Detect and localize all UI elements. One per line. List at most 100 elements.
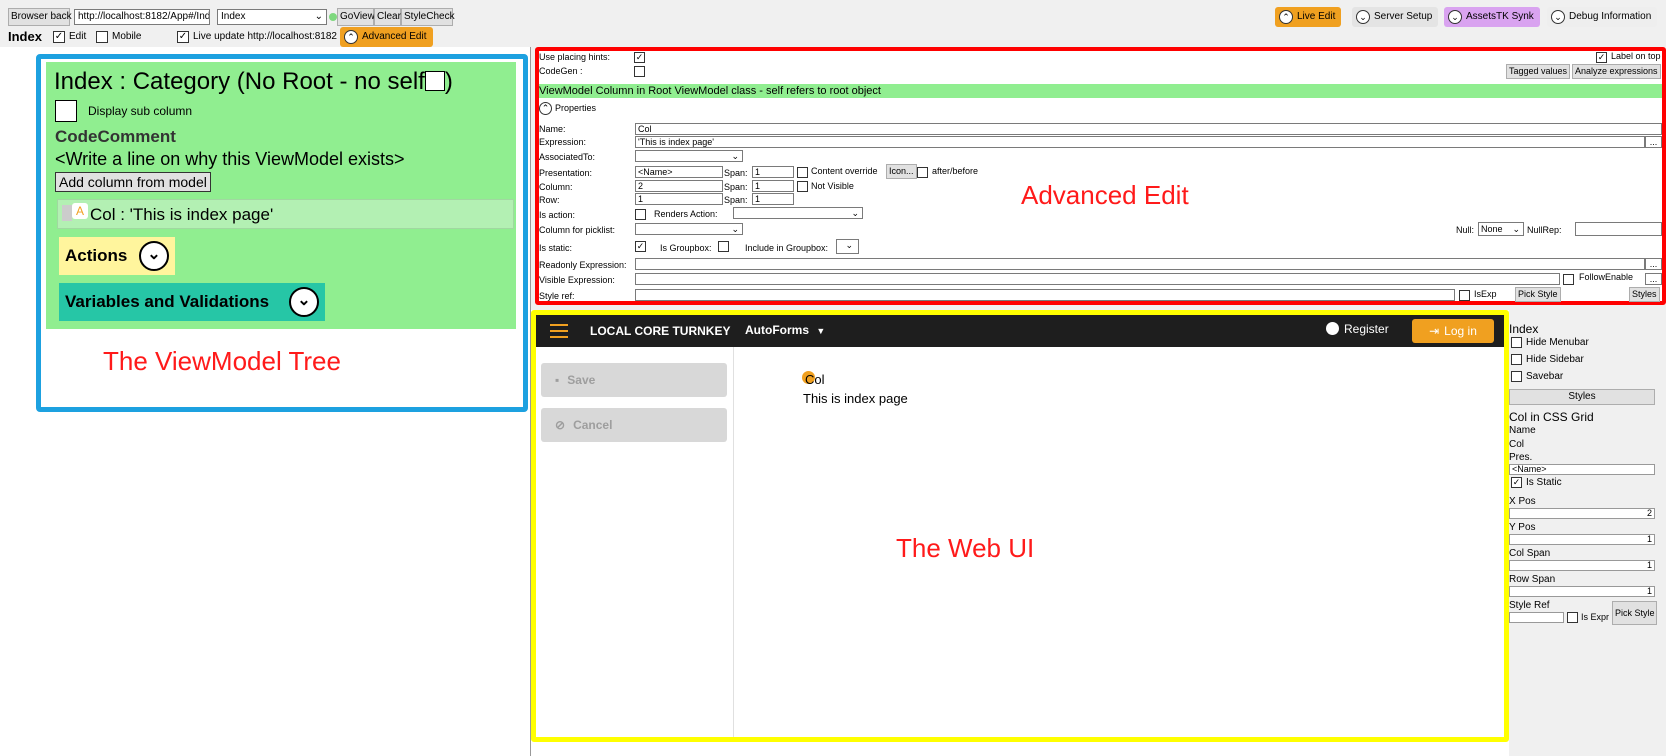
visible-ellipsis-button[interactable]: ...: [1645, 273, 1662, 285]
content-override-checkbox[interactable]: [797, 167, 808, 178]
styleref-label: Style Ref: [1509, 600, 1550, 611]
side-pres-field[interactable]: <Name>: [1509, 464, 1655, 475]
use-placing-hints-checkbox[interactable]: ✓: [634, 52, 645, 63]
sidebar-divider: [733, 347, 734, 737]
content-override-label: Content override: [811, 166, 878, 176]
colspan-field[interactable]: 1: [1509, 560, 1655, 571]
clear-button[interactable]: Clear: [374, 8, 401, 26]
side-is-static-checkbox[interactable]: ✓: [1511, 477, 1522, 488]
icon-button[interactable]: Icon...: [886, 164, 917, 179]
associated-select[interactable]: ⌄: [635, 150, 743, 162]
tree-title: Index : Category (No Root - no self): [54, 68, 453, 96]
expression-field[interactable]: 'This is index page': [635, 136, 1645, 148]
is-expr-checkbox[interactable]: [1567, 612, 1578, 623]
visible-expr-field[interactable]: [635, 273, 1560, 285]
savebar-checkbox[interactable]: [1511, 371, 1522, 382]
pick-style-button[interactable]: Pick Style: [1515, 287, 1561, 302]
tagged-values-button[interactable]: Tagged values: [1506, 64, 1571, 79]
is-static-checkbox[interactable]: ✓: [635, 241, 646, 252]
is-groupbox-checkbox[interactable]: [718, 241, 729, 252]
debug-info-button[interactable]: ⌄ Debug Information: [1547, 7, 1658, 27]
groupbox-select[interactable]: ⌄: [836, 239, 859, 254]
add-column-button[interactable]: Add column from model: [55, 172, 211, 192]
drag-handle-icon[interactable]: [62, 205, 72, 221]
edit-checkbox[interactable]: ✓: [53, 31, 65, 43]
webui-annotation: The Web UI: [896, 533, 1035, 563]
side-styles-button[interactable]: Styles: [1509, 389, 1655, 405]
presentation-label: Presentation:: [539, 168, 593, 178]
is-expr-label: Is Expr: [1581, 612, 1610, 622]
label-on-top-checkbox[interactable]: ✓: [1596, 52, 1607, 63]
visible-expr-label: Visible Expression:: [539, 275, 615, 285]
cancel-button[interactable]: ⊘ Cancel: [541, 408, 727, 442]
autoforms-menu[interactable]: AutoForms ▼: [745, 323, 825, 337]
null-select[interactable]: None ⌄: [1478, 222, 1524, 236]
mobile-checkbox[interactable]: [96, 31, 108, 43]
brand-title[interactable]: LOCAL CORE TURNKEY: [590, 324, 730, 338]
after-before-checkbox[interactable]: [917, 167, 928, 178]
server-setup-button[interactable]: ⌄ Server Setup: [1352, 7, 1439, 27]
codegen-checkbox[interactable]: [634, 66, 645, 77]
presentation-field[interactable]: <Name>: [635, 166, 723, 178]
display-sub-column-checkbox[interactable]: [55, 100, 77, 122]
tree-column-row[interactable]: A Col : 'This is index page': [57, 199, 514, 229]
style-ref-field[interactable]: [635, 289, 1455, 301]
browser-back-button[interactable]: Browser back: [8, 8, 72, 26]
save-button[interactable]: ▪ Save: [541, 363, 727, 397]
span-field[interactable]: 1: [752, 180, 794, 192]
user-icon: [1326, 322, 1339, 335]
readonly-ellipsis-button[interactable]: ...: [1645, 258, 1662, 270]
not-visible-checkbox[interactable]: [797, 181, 808, 192]
comment-hint[interactable]: <Write a line on why this ViewModel exis…: [55, 149, 405, 170]
analyze-expressions-button[interactable]: Analyze expressions: [1572, 64, 1661, 79]
web-navbar: LOCAL CORE TURNKEY AutoForms ▼ Register …: [536, 315, 1504, 347]
row-field[interactable]: 1: [635, 193, 723, 205]
login-icon: ⇥: [1429, 324, 1440, 338]
is-action-checkbox[interactable]: [635, 209, 646, 220]
advanced-edit-button[interactable]: ⌃ Advanced Edit: [340, 27, 433, 47]
index-title: Index: [8, 29, 42, 44]
ypos-field[interactable]: 1: [1509, 534, 1655, 545]
rowspan-field[interactable]: 1: [1509, 586, 1655, 597]
url-input[interactable]: http://localhost:8182/App#/Ind: [74, 9, 210, 25]
viewmodel-select[interactable]: Index ⌄: [217, 9, 327, 25]
span-label: Span:: [724, 195, 748, 205]
stylecheck-button[interactable]: StyleCheck: [401, 8, 455, 26]
column-field[interactable]: 2: [635, 180, 723, 192]
variables-label: Variables and Validations: [65, 292, 270, 311]
expression-ellipsis-button[interactable]: ...: [1645, 136, 1662, 148]
live-edit-label: Live Edit: [1297, 11, 1336, 22]
chevron-down-icon[interactable]: ⌄: [139, 241, 169, 271]
name-field[interactable]: Col: [635, 123, 1662, 135]
login-button[interactable]: ⇥ Log in: [1412, 319, 1494, 343]
span-label: Span:: [724, 182, 748, 192]
codegen-label: CodeGen :: [539, 66, 583, 76]
hide-menubar-checkbox[interactable]: [1511, 337, 1522, 348]
live-update-checkbox[interactable]: ✓: [177, 31, 189, 43]
picklist-select[interactable]: ⌄: [635, 223, 743, 235]
renders-action-select[interactable]: ⌄: [733, 207, 863, 219]
styles-button[interactable]: Styles: [1629, 287, 1660, 302]
register-label: Register: [1344, 322, 1389, 336]
self-checkbox[interactable]: [424, 71, 445, 91]
styleref-field[interactable]: [1509, 612, 1564, 623]
nullrep-field[interactable]: [1575, 222, 1662, 236]
variables-section[interactable]: Variables and Validations ⌄: [59, 283, 325, 321]
side-pick-style-button[interactable]: Pick Style: [1612, 601, 1657, 625]
chevron-down-icon: ⌄: [1356, 10, 1370, 24]
follow-enable-checkbox[interactable]: [1563, 274, 1574, 285]
readonly-expr-field[interactable]: [635, 258, 1645, 270]
actions-section[interactable]: Actions ⌄: [59, 237, 175, 275]
assets-synk-button[interactable]: ⌄ AssetsTK Synk: [1444, 7, 1540, 27]
span-field[interactable]: 1: [752, 193, 794, 205]
register-link[interactable]: Register: [1326, 322, 1389, 336]
chevron-down-icon[interactable]: ⌄: [289, 287, 319, 317]
span-field[interactable]: 1: [752, 166, 794, 178]
hamburger-icon[interactable]: [550, 324, 568, 338]
isexp-checkbox[interactable]: [1459, 290, 1470, 301]
live-edit-button[interactable]: ⌃ Live Edit: [1275, 7, 1342, 27]
xpos-field[interactable]: 2: [1509, 508, 1655, 519]
hide-sidebar-checkbox[interactable]: [1511, 354, 1522, 365]
chevron-up-icon[interactable]: ⌃: [539, 102, 552, 115]
goview-button[interactable]: GoView: [337, 8, 375, 26]
